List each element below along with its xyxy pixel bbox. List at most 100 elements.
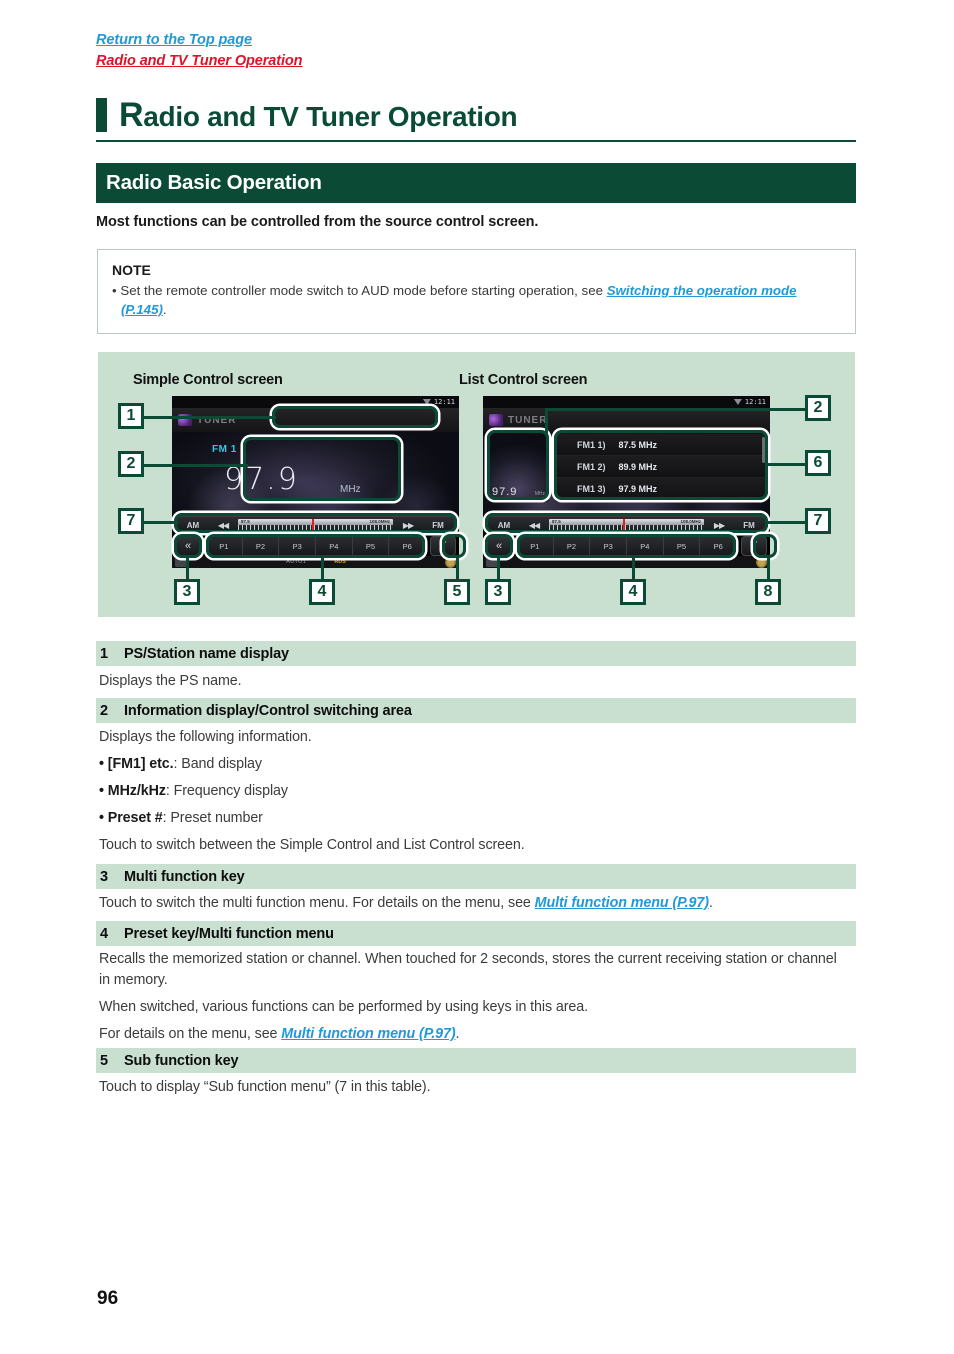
seek-down-icon[interactable]: ◀◀ — [210, 521, 236, 530]
preset-key[interactable]: P3 — [590, 537, 628, 555]
multi-function-key[interactable]: « — [486, 536, 512, 556]
list-item-key: FM1 1) — [577, 439, 606, 450]
preset-key[interactable]: P5 — [664, 537, 701, 555]
callout-5-left: 5 — [444, 579, 470, 605]
preset-key[interactable]: P5 — [353, 537, 390, 555]
breadcrumb-current-link[interactable]: Radio and TV Tuner Operation — [96, 51, 303, 72]
breadcrumb-top-link[interactable]: Return to the Top page — [96, 30, 302, 51]
paragraph: Touch to display “Sub function menu” (7 … — [99, 1079, 431, 1095]
item-title: PS/Station name display — [124, 645, 289, 662]
sub-function-key[interactable]: T — [430, 536, 456, 556]
leader-line — [144, 464, 248, 467]
fm-band-button[interactable]: FM — [421, 521, 455, 530]
figure-caption-list: List Control screen — [459, 372, 588, 388]
frequency-unit: MHz — [340, 484, 361, 495]
note-bullet: • Set the remote controller mode switch … — [112, 281, 841, 319]
frequency-scale[interactable]: 87.5 108.0MHz — [549, 518, 704, 532]
preset-key[interactable]: P4 — [316, 537, 353, 555]
info-display-area[interactable]: FM 1 97.9 MHz — [172, 432, 459, 514]
item-header-5: 5 Sub function key — [96, 1048, 856, 1073]
term-desc: : Frequency display — [165, 783, 288, 799]
callout-4-right: 4 — [620, 579, 646, 605]
title-rest: adio and TV Tuner Operation — [143, 101, 518, 132]
preset-key[interactable]: P6 — [389, 537, 425, 555]
preset-key-group: P1 P2 P3 P4 P5 P6 — [205, 536, 426, 556]
leader-line — [768, 521, 808, 524]
list-item[interactable]: FM1 3) 97.9 MHz — [555, 478, 767, 500]
leader-line — [144, 521, 178, 524]
frequency-scale[interactable]: 87.5 108.0MHz — [238, 518, 393, 532]
note-bullet-text: • Set the remote controller mode switch … — [112, 283, 607, 298]
callout-6-right: 6 — [805, 450, 831, 476]
item-title: Information display/Control switching ar… — [124, 702, 412, 719]
list-item[interactable]: FM1 1) 87.5 MHz — [555, 434, 767, 456]
multi-function-menu-link[interactable]: Multi function menu (P.97) — [281, 1026, 455, 1042]
item-number: 3 — [100, 868, 108, 885]
frequency-value: 97.9 — [224, 462, 299, 497]
leader-line — [766, 463, 808, 466]
seek-up-icon[interactable]: ▶▶ — [706, 521, 732, 530]
footer-status-group: AUTO1 RDS — [286, 559, 346, 565]
am-band-button[interactable]: AM — [176, 521, 210, 530]
preset-key[interactable]: P6 — [700, 537, 736, 555]
band-label: FM 1 — [212, 444, 237, 455]
paragraph: Displays the following information. — [99, 729, 312, 745]
preset-key[interactable]: P1 — [517, 537, 554, 555]
preset-key-group: P1 P2 P3 P4 P5 P6 — [516, 536, 737, 556]
status-bar: 12:11 — [172, 396, 459, 408]
gear-icon[interactable] — [756, 556, 767, 568]
term-label: • Preset # — [99, 810, 163, 826]
sub-function-menu-bar[interactable]: AM ◀◀ 87.5 108.0MHz ▶▶ FM — [486, 516, 767, 534]
note-bullet-suffix: . — [162, 302, 167, 317]
callout-8-right: 8 — [755, 579, 781, 605]
preset-key[interactable]: P2 — [243, 537, 280, 555]
clock-label: 12:11 — [433, 398, 455, 406]
preset-key[interactable]: P2 — [554, 537, 591, 555]
paragraph: For details on the menu, see Multi funct… — [99, 1024, 844, 1045]
screen-footer — [483, 556, 770, 568]
fm-band-button[interactable]: FM — [732, 521, 766, 530]
item-title: Sub function key — [124, 1052, 239, 1069]
item-number: 1 — [100, 645, 108, 662]
item-title: Multi function key — [124, 868, 245, 885]
screen-footer: AUTO1 RDS — [172, 556, 459, 568]
paragraph: Displays the PS name. — [99, 673, 242, 689]
scale-ticks — [238, 524, 393, 532]
preset-key[interactable]: P3 — [279, 537, 317, 555]
preset-list[interactable]: FM1 1) 87.5 MHz FM1 2) 89.9 MHz FM1 3) 9… — [555, 434, 767, 502]
signal-icon — [422, 399, 431, 405]
now-playing-thumbnail[interactable]: 97.9 MHz — [487, 434, 549, 502]
paragraph-text: For details on the menu, see — [99, 1026, 282, 1042]
list-scrollbar[interactable] — [762, 437, 765, 463]
item-body-2: Displays the following information. • [F… — [99, 727, 856, 856]
seek-up-icon[interactable]: ▶▶ — [395, 521, 421, 530]
list-item[interactable]: FM1 2) 89.9 MHz — [555, 456, 767, 478]
item-number: 2 — [100, 702, 108, 719]
seek-down-icon[interactable]: ◀◀ — [521, 521, 547, 530]
term-label: • MHz/kHz — [99, 783, 166, 799]
item-body-4: Recalls the memorized station or channel… — [99, 949, 844, 1045]
am-band-button[interactable]: AM — [487, 521, 521, 530]
thumbnail-frequency: 97.9 — [492, 486, 518, 498]
gear-icon[interactable] — [445, 556, 456, 568]
item-body-3: Touch to switch the multi function menu.… — [99, 893, 856, 914]
item-header-4: 4 Preset key/Multi function menu — [96, 921, 856, 946]
rds-indicator: RDS — [334, 559, 346, 565]
seek-mode-label: AUTO1 — [286, 559, 307, 565]
item-header-3: 3 Multi function key — [96, 864, 856, 889]
multi-function-menu-link[interactable]: Multi function menu (P.97) — [535, 895, 709, 911]
sub-function-menu-bar[interactable]: AM ◀◀ 87.5 108.0MHz ▶▶ FM — [175, 516, 456, 534]
preset-key[interactable]: P1 — [206, 537, 243, 555]
multi-function-key[interactable]: « — [175, 536, 201, 556]
source-header: TUNER — [172, 408, 459, 432]
simple-control-screen: 12:11 TUNER FM 1 97.9 MHz AM ◀◀ 87.5 108… — [172, 396, 459, 568]
callout-3-right: 3 — [485, 579, 511, 605]
preset-key[interactable]: P4 — [627, 537, 664, 555]
lead-paragraph: Most functions can be controlled from th… — [96, 214, 539, 230]
leader-line — [545, 408, 548, 434]
callout-4-left: 4 — [309, 579, 335, 605]
term-desc: : Band display — [173, 756, 263, 772]
sub-function-key[interactable]: T — [741, 536, 767, 556]
note-title: NOTE — [112, 262, 151, 278]
scale-min-label: 87.5 — [552, 518, 561, 524]
